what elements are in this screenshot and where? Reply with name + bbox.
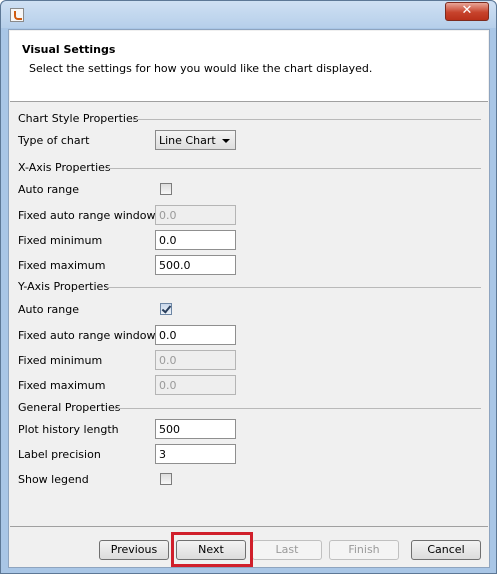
x-min-field[interactable]: 0.0 xyxy=(155,230,236,250)
x-auto-range-label: Auto range xyxy=(18,183,80,196)
show-legend-checkbox[interactable] xyxy=(160,473,172,485)
section-divider xyxy=(107,168,481,169)
chart-type-dropdown[interactable]: Line Chart xyxy=(155,130,236,150)
title-bar[interactable]: ✕ xyxy=(1,1,496,28)
y-min-field[interactable]: 0.0 xyxy=(155,350,236,370)
x-min-label: Fixed minimum xyxy=(18,234,103,247)
y-window-field[interactable]: 0.0 xyxy=(155,325,236,345)
y-window-label: Fixed auto range window xyxy=(18,329,156,342)
page-title: Visual Settings xyxy=(22,43,116,56)
chart-type-value: Line Chart xyxy=(159,134,216,147)
history-length-field[interactable]: 500 xyxy=(155,419,236,439)
y-min-label: Fixed minimum xyxy=(18,354,103,367)
section-divider xyxy=(114,408,481,409)
chart-style-section-title: Chart Style Properties xyxy=(18,112,139,125)
previous-button[interactable]: Previous xyxy=(99,540,169,560)
y-max-label: Fixed maximum xyxy=(18,379,106,392)
type-of-chart-label: Type of chart xyxy=(18,134,90,147)
x-axis-section-title: X-Axis Properties xyxy=(18,161,111,174)
section-divider xyxy=(107,287,481,288)
section-divider xyxy=(133,119,481,120)
close-button[interactable]: ✕ xyxy=(445,2,489,21)
y-max-field[interactable]: 0.0 xyxy=(155,375,236,395)
dialog-window: ✕ Visual Settings Select the settings fo… xyxy=(0,0,497,574)
cancel-button[interactable]: Cancel xyxy=(411,540,481,560)
x-max-field[interactable]: 500.0 xyxy=(155,255,236,275)
x-max-label: Fixed maximum xyxy=(18,259,106,272)
finish-button[interactable]: Finish xyxy=(329,540,399,560)
footer-divider xyxy=(10,526,488,527)
y-auto-range-label: Auto range xyxy=(18,303,80,316)
next-button-highlight xyxy=(171,532,253,567)
show-legend-label: Show legend xyxy=(18,473,89,486)
chevron-down-icon xyxy=(222,139,230,143)
page-description: Select the settings for how you would li… xyxy=(29,62,373,75)
java-app-icon xyxy=(10,8,24,22)
wizard-header: Visual Settings Select the settings for … xyxy=(10,31,488,102)
y-axis-section-title: Y-Axis Properties xyxy=(18,280,110,293)
history-length-label: Plot history length xyxy=(18,423,119,436)
x-window-label: Fixed auto range window xyxy=(18,209,156,222)
label-precision-label: Label precision xyxy=(18,448,101,461)
dialog-content: Visual Settings Select the settings for … xyxy=(8,29,490,568)
x-auto-range-checkbox[interactable] xyxy=(160,183,172,195)
x-window-field[interactable]: 0.0 xyxy=(155,205,236,225)
general-section-title: General Properties xyxy=(18,401,121,414)
label-precision-field[interactable]: 3 xyxy=(155,444,236,464)
y-auto-range-checkbox[interactable] xyxy=(160,303,172,315)
close-icon: ✕ xyxy=(461,3,473,18)
last-button[interactable]: Last xyxy=(252,540,322,560)
